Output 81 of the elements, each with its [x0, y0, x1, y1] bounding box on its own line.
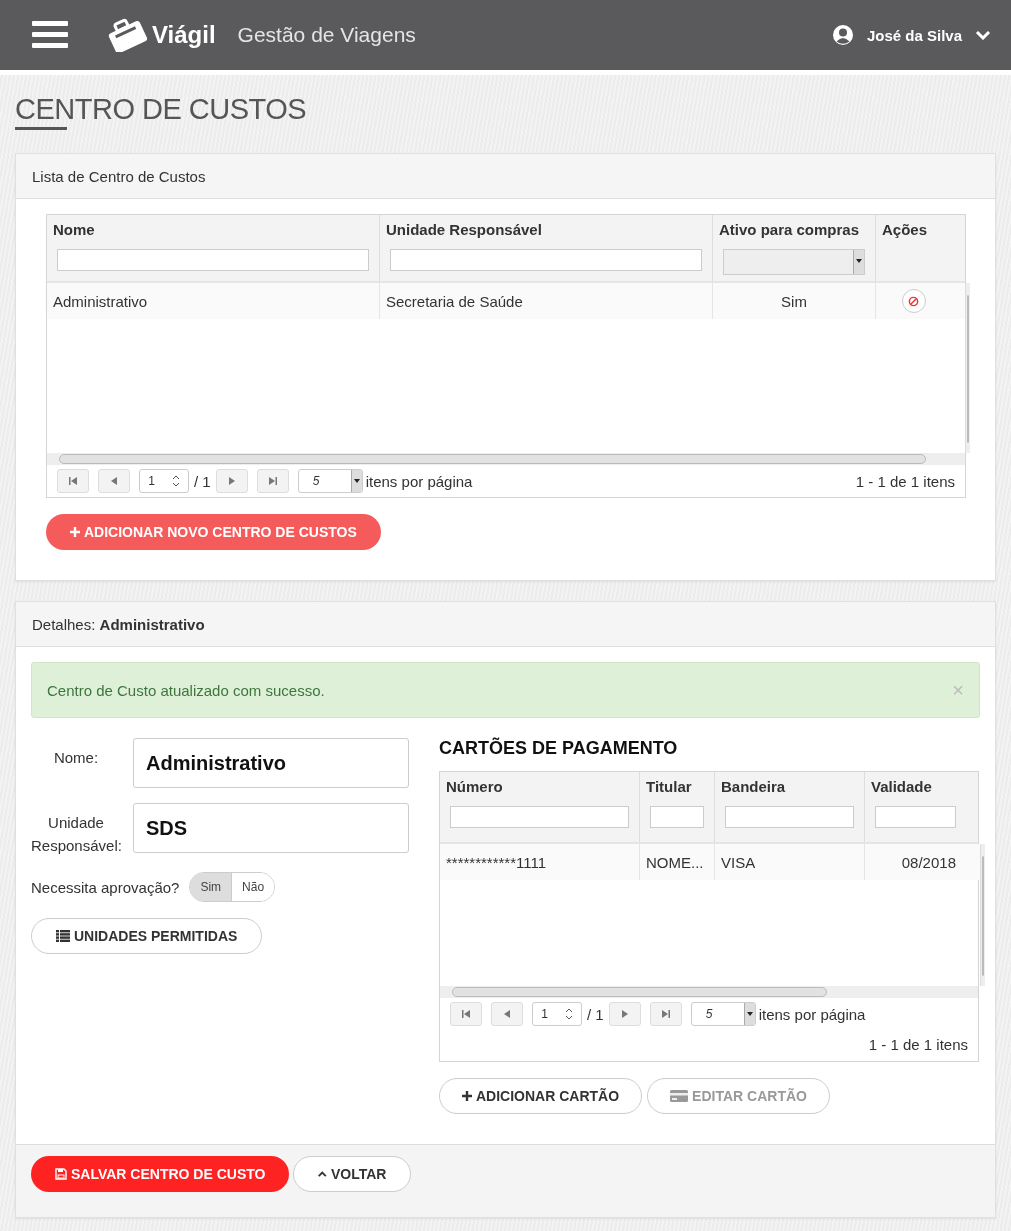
- vertical-scrollbar[interactable]: [980, 844, 985, 986]
- add-card-button[interactable]: ADICIONAR CARTÃO: [439, 1078, 643, 1114]
- page-total: / 1: [587, 1005, 604, 1023]
- panel-title: Lista de Centro de Custos: [32, 167, 206, 185]
- per-page-label: itens por página: [365, 472, 473, 490]
- filter-field[interactable]: [450, 806, 629, 828]
- column-header[interactable]: Titular: [646, 778, 708, 795]
- next-page-icon: [226, 476, 237, 486]
- column-header[interactable]: Nome: [53, 221, 373, 238]
- filter-field[interactable]: [875, 806, 956, 828]
- next-page-button[interactable]: [608, 1002, 641, 1026]
- toggle-option[interactable]: Sim: [190, 873, 232, 901]
- vertical-scrollbar[interactable]: [965, 283, 970, 453]
- brand-name: Viágil: [152, 21, 216, 49]
- toggle-option[interactable]: Não: [231, 873, 275, 901]
- column-header[interactable]: Ativo para compras: [719, 221, 869, 238]
- pager-summary: 1 - 1 de 1 itens: [868, 1035, 968, 1055]
- pager-summary: 1 - 1 de 1 itens: [855, 472, 955, 490]
- previous-page-button[interactable]: [98, 469, 130, 493]
- menu-icon[interactable]: [32, 21, 68, 49]
- previous-page-icon: [109, 476, 119, 486]
- input-field[interactable]: SDS: [133, 803, 409, 853]
- table-cell: Administrativo: [53, 292, 148, 310]
- plus-icon: [462, 1091, 472, 1101]
- prohibited-icon: [908, 295, 919, 307]
- page-size-dropdown[interactable]: 5: [297, 469, 363, 493]
- user-name[interactable]: José da Silva: [866, 26, 962, 44]
- first-page-icon: [68, 476, 78, 486]
- previous-page-button[interactable]: [491, 1002, 523, 1026]
- section-heading: CARTÕES DE PAGAMENTO: [439, 738, 679, 759]
- table-cell: NOME...: [646, 853, 704, 871]
- per-page-label: itens por página: [758, 1005, 866, 1023]
- field-label: Nome:: [52, 748, 100, 768]
- last-page-button[interactable]: [649, 1002, 682, 1026]
- horizontal-scrollbar[interactable]: [47, 453, 965, 465]
- plus-icon: [70, 527, 80, 537]
- field-label: Unidade Responsável:: [31, 813, 121, 856]
- column-header[interactable]: Unidade Responsável: [386, 221, 706, 238]
- delete-button[interactable]: [901, 289, 926, 313]
- filter-field[interactable]: [390, 249, 702, 271]
- column-header[interactable]: Bandeira: [721, 778, 858, 795]
- credit-card-icon: [670, 1090, 689, 1102]
- first-page-button[interactable]: [450, 1002, 482, 1026]
- column-header[interactable]: Ações: [882, 221, 945, 238]
- filter-field[interactable]: [57, 249, 369, 271]
- page-total: / 1: [194, 472, 211, 490]
- last-page-button[interactable]: [256, 469, 289, 493]
- last-page-icon: [660, 1009, 671, 1019]
- filter-field[interactable]: [650, 806, 704, 828]
- column-header[interactable]: Validade: [871, 778, 960, 795]
- allowed-units-button[interactable]: UNIDADES PERMITIDAS: [31, 918, 263, 954]
- table-cell: Secretaria de Saúde: [386, 292, 523, 310]
- save-button[interactable]: SALVAR CENTRO DE CUSTO: [31, 1156, 290, 1192]
- table-cell: VISA: [721, 853, 756, 871]
- table-cell: Sim: [781, 292, 807, 310]
- user-icon[interactable]: [831, 24, 854, 46]
- alert-message: Centro de Custo atualizado com sucesso.: [47, 681, 325, 699]
- filter-field[interactable]: [725, 806, 854, 828]
- page-number-field[interactable]: 1: [139, 469, 189, 493]
- horizontal-scrollbar[interactable]: [440, 986, 978, 998]
- page-number-field[interactable]: 1: [532, 1002, 582, 1026]
- chevron-up-icon: [318, 1170, 327, 1178]
- chevron-down-icon[interactable]: [975, 30, 991, 40]
- table-cell: 08/2018: [901, 853, 956, 871]
- back-button[interactable]: VOLTAR: [293, 1156, 412, 1192]
- last-page-icon: [267, 476, 278, 486]
- page-size-dropdown[interactable]: 5: [690, 1002, 756, 1026]
- next-page-button[interactable]: [215, 469, 248, 493]
- approval-label: Necessita aprovação?: [31, 878, 180, 896]
- column-header[interactable]: Número: [446, 778, 633, 795]
- app-subtitle: Gestão de Viagens: [237, 23, 416, 47]
- spinner-icon: [564, 1008, 573, 1020]
- first-page-icon: [461, 1009, 471, 1019]
- table-cell: ************1111: [446, 853, 547, 871]
- input-field[interactable]: Administrativo: [133, 738, 409, 788]
- spinner-icon: [171, 475, 180, 487]
- next-page-icon: [619, 1009, 630, 1019]
- list-icon: [56, 930, 70, 942]
- first-page-button[interactable]: [57, 469, 89, 493]
- previous-page-icon: [502, 1009, 512, 1019]
- panel-title: Detalhes: Administrativo: [32, 615, 205, 633]
